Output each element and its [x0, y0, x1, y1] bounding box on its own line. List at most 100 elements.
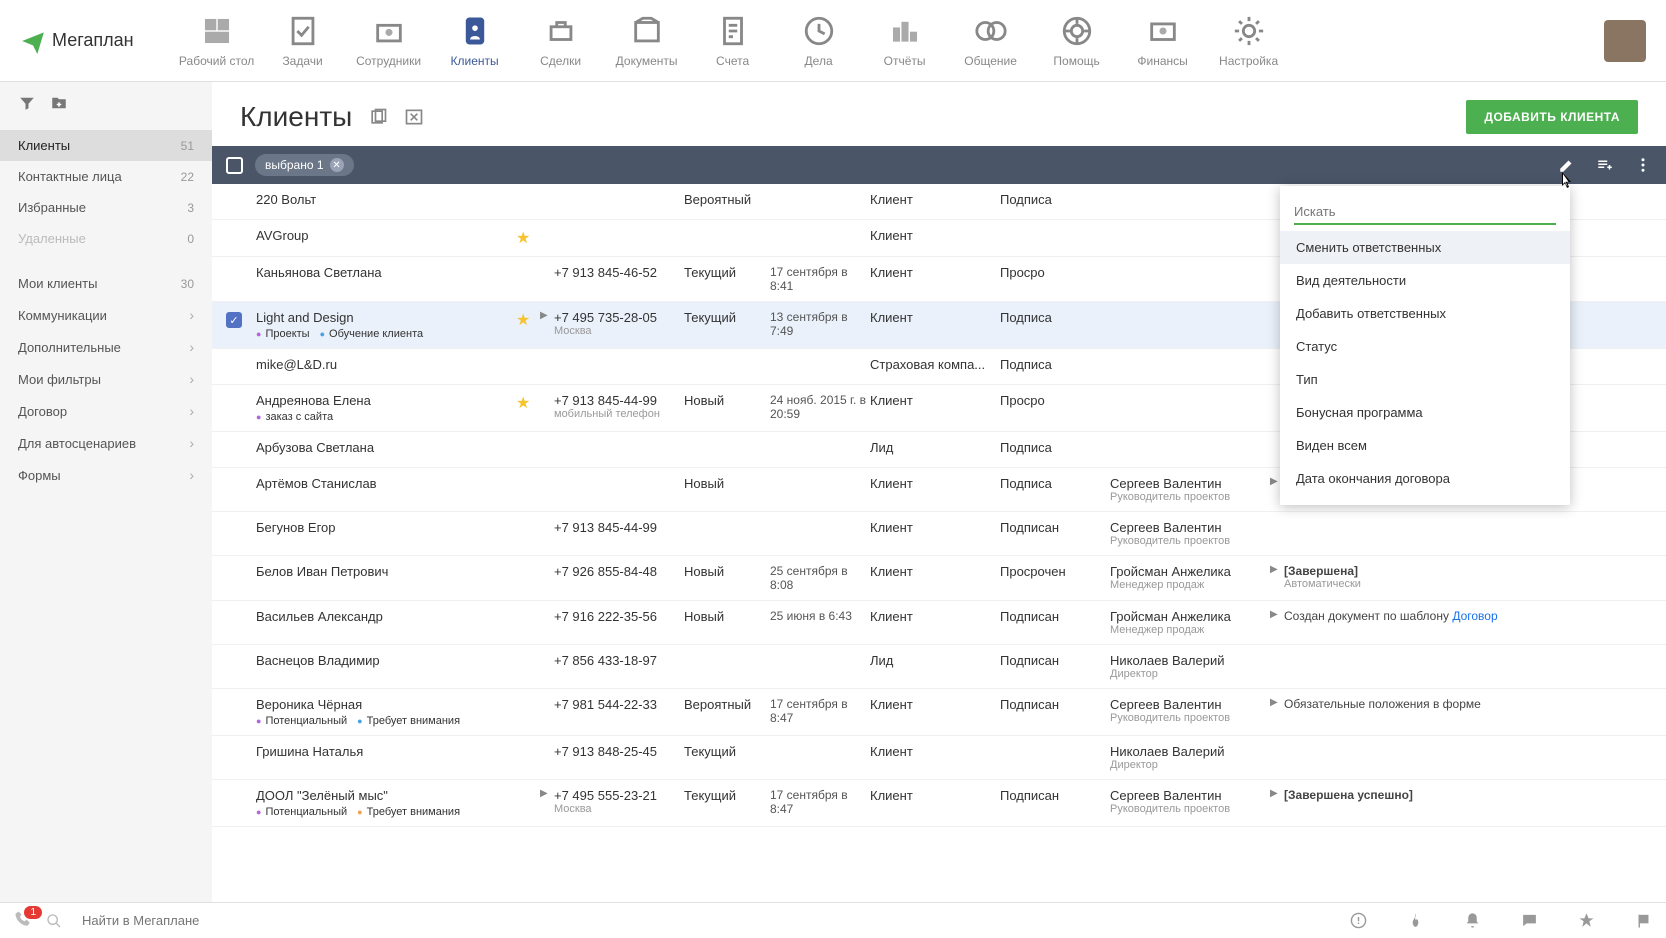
nav-item-9[interactable]: Общение [948, 14, 1034, 68]
playlist-add-icon[interactable] [1596, 156, 1614, 174]
nav-item-5[interactable]: Документы [604, 14, 690, 68]
row-contract: Просро [1000, 265, 1110, 280]
dropdown-item-7[interactable]: Дата окончания договора [1280, 462, 1570, 495]
nav-item-1[interactable]: Задачи [260, 14, 346, 68]
nav-item-3[interactable]: Клиенты [432, 14, 518, 68]
row-phone: +7 916 222-35-56 [554, 609, 684, 624]
nav-item-10[interactable]: Помощь [1034, 14, 1120, 68]
row-status: Новый [684, 564, 770, 579]
row-name: Light and DesignПроектыОбучение клиента [256, 310, 516, 340]
sidebar-item-1-4[interactable]: Договор [0, 395, 212, 427]
nav-item-12[interactable]: Настройка [1206, 14, 1292, 68]
row-name: 220 Вольт [256, 192, 516, 207]
sidebar-item-1-2[interactable]: Дополнительные [0, 331, 212, 363]
row-date: 17 сентября в 8:47 [770, 788, 870, 816]
star-icon[interactable] [1578, 912, 1595, 929]
clear-selection-icon[interactable]: ✕ [330, 158, 344, 172]
row-star[interactable]: ★ [516, 393, 540, 413]
table-row[interactable]: Гришина Наталья +7 913 848-25-45 Текущий… [212, 736, 1666, 780]
filter-icon[interactable] [18, 94, 36, 112]
search-icon[interactable] [46, 913, 62, 929]
dropdown-item-1[interactable]: Вид деятельности [1280, 264, 1570, 297]
bottom-icons [1350, 912, 1652, 929]
nav-item-2[interactable]: Сотрудники [346, 14, 432, 68]
global-search-input[interactable] [76, 907, 1336, 934]
row-expand[interactable]: ▶ [540, 788, 554, 799]
sidebar-item-1-3[interactable]: Мои фильтры [0, 363, 212, 395]
dropdown-search-input[interactable] [1294, 200, 1556, 225]
table-row[interactable]: Васильев Александр +7 916 222-35-56 Новы… [212, 601, 1666, 645]
sidebar-item-1-0[interactable]: Мои клиенты30 [0, 268, 212, 299]
edit-icon[interactable] [1558, 156, 1576, 174]
nav-item-4[interactable]: Сделки [518, 14, 604, 68]
row-phone: +7 495 555-23-21Москва [554, 788, 684, 815]
row-checkbox-cell [226, 393, 256, 395]
user-avatar[interactable] [1604, 20, 1646, 62]
nav-item-11[interactable]: Финансы [1120, 14, 1206, 68]
sidebar-item-0-2[interactable]: Избранные3 [0, 192, 212, 223]
sidebar-item-0-3[interactable]: Удаленные0 [0, 223, 212, 254]
row-note: [Завершена]Автоматически [1284, 564, 1652, 590]
row-contract: Просрочен [1000, 564, 1110, 579]
dropdown-item-0[interactable]: Сменить ответственных [1280, 231, 1570, 264]
row-type: Лид [870, 440, 1000, 455]
bell-icon[interactable] [1464, 912, 1481, 929]
row-note: Создан документ по шаблону Договор [1284, 609, 1652, 623]
nav-item-0[interactable]: Рабочий стол [174, 14, 260, 68]
add-client-button[interactable]: ДОБАВИТЬ КЛИЕНТА [1466, 100, 1638, 134]
dropdown-item-2[interactable]: Добавить ответственных [1280, 297, 1570, 330]
nav-item-7[interactable]: Дела [776, 14, 862, 68]
table-row[interactable]: Васнецов Владимир +7 856 433-18-97 Лид П… [212, 645, 1666, 689]
dropdown-item-4[interactable]: Тип [1280, 363, 1570, 396]
flag-icon[interactable] [1635, 912, 1652, 929]
dropdown-item-3[interactable]: Статус [1280, 330, 1570, 363]
row-contract: Подписа [1000, 310, 1110, 325]
fire-icon[interactable] [1407, 912, 1424, 929]
sidebar-item-0-1[interactable]: Контактные лица22 [0, 161, 212, 192]
table-row[interactable]: Вероника ЧёрнаяПотенциальныйТребует вним… [212, 689, 1666, 736]
row-type: Клиент [870, 192, 1000, 207]
nav-icon-11 [1146, 14, 1180, 48]
excel-icon[interactable] [404, 107, 424, 127]
row-star[interactable]: ★ [516, 310, 540, 330]
row-phone: +7 981 544-22-33 [554, 697, 684, 712]
nav-icon-6 [716, 14, 750, 48]
nav-icon-8 [888, 14, 922, 48]
sidebar-item-1-5[interactable]: Для автосценариев [0, 427, 212, 459]
nav-item-8[interactable]: Отчёты [862, 14, 948, 68]
table-row[interactable]: Белов Иван Петрович +7 926 855-84-48 Нов… [212, 556, 1666, 601]
row-note-marker: ▶ [1270, 788, 1284, 799]
nav-icon-0 [200, 14, 234, 48]
add-folder-icon[interactable] [50, 94, 68, 112]
row-expand[interactable]: ▶ [540, 310, 554, 321]
row-name: Васильев Александр [256, 609, 516, 624]
sidebar-item-1-6[interactable]: Формы [0, 459, 212, 491]
row-manager: Николаев ВалерийДиректор [1110, 744, 1270, 771]
logo[interactable]: Мегаплан [20, 28, 134, 54]
row-name: mike@L&D.ru [256, 357, 516, 372]
sidebar-item-0-0[interactable]: Клиенты51 [0, 130, 212, 161]
table-row[interactable]: ДООЛ "Зелёный мыс"ПотенциальныйТребует в… [212, 780, 1666, 827]
table-row[interactable]: Бегунов Егор +7 913 845-44-99 Клиент Под… [212, 512, 1666, 556]
row-star[interactable]: ★ [516, 228, 540, 248]
row-type: Клиент [870, 697, 1000, 712]
more-vert-icon[interactable] [1634, 156, 1652, 174]
chat-icon[interactable] [1521, 912, 1538, 929]
dropdown-item-6[interactable]: Виден всем [1280, 429, 1570, 462]
nav-item-6[interactable]: Счета [690, 14, 776, 68]
dropdown-item-5[interactable]: Бонусная программа [1280, 396, 1570, 429]
row-contract: Подписан [1000, 697, 1110, 712]
row-status: Текущий [684, 788, 770, 803]
row-checkbox-cell [226, 357, 256, 359]
sidebar-item-1-1[interactable]: Коммуникации [0, 299, 212, 331]
row-checkbox[interactable]: ✓ [226, 312, 242, 328]
row-contract: Просро [1000, 393, 1110, 408]
row-tag: Потенциальный [256, 715, 347, 727]
nav-icon-5 [630, 14, 664, 48]
alert-icon[interactable] [1350, 912, 1367, 929]
row-note-marker: ▶ [1270, 564, 1284, 575]
page-title: Клиенты [240, 101, 352, 133]
phone-button[interactable]: 1 [14, 910, 32, 931]
select-all-checkbox[interactable] [226, 157, 243, 174]
copy-icon[interactable] [368, 107, 388, 127]
